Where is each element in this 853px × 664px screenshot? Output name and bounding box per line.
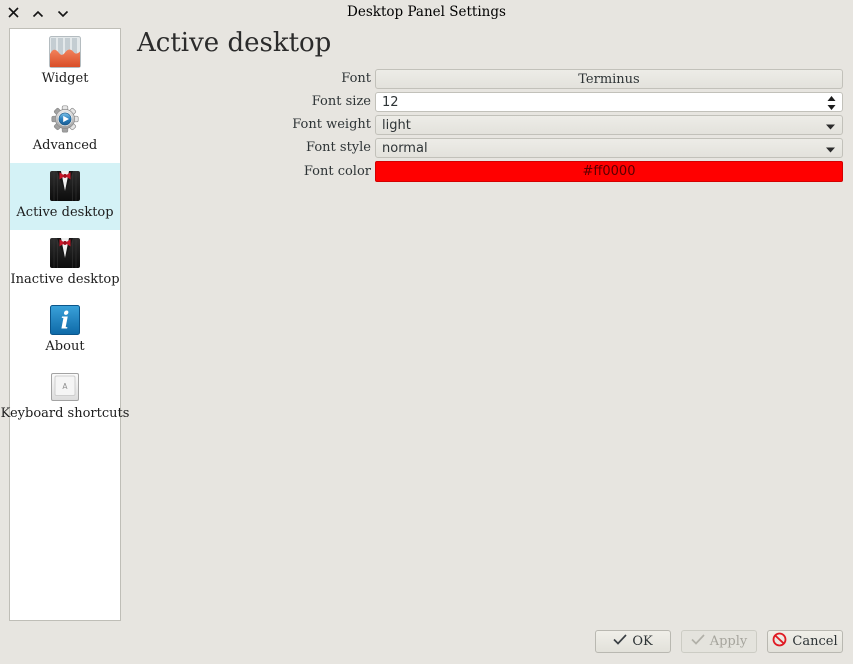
apply-button-label: Apply xyxy=(710,634,748,649)
spinner-up-down-icon[interactable] xyxy=(827,96,836,110)
font-color-button[interactable]: #ff0000 xyxy=(375,161,843,182)
page-title: Active desktop xyxy=(137,28,331,58)
apply-button[interactable]: Apply xyxy=(681,630,757,653)
svg-text:A: A xyxy=(62,382,68,391)
font-weight-label: Font weight xyxy=(135,115,375,135)
window-title: Desktop Panel Settings xyxy=(0,4,853,20)
sidebar-item-label: Advanced xyxy=(33,138,97,153)
font-row: Font Terminus xyxy=(135,69,843,89)
sidebar-item-label: Widget xyxy=(42,71,89,86)
font-weight-value: light xyxy=(382,118,411,133)
gear-icon xyxy=(49,103,81,135)
font-size-spinbox[interactable]: 12 xyxy=(375,92,843,112)
sidebar-item-label: Keyboard shortcuts xyxy=(1,406,130,421)
font-style-row: Font style normal xyxy=(135,138,843,158)
sidebar-item-about[interactable]: i About xyxy=(10,297,120,364)
cancel-button-label: Cancel xyxy=(792,634,837,649)
font-label: Font xyxy=(135,69,375,89)
titlebar: Desktop Panel Settings xyxy=(0,0,853,24)
sidebar-item-label: Inactive desktop xyxy=(10,272,119,287)
check-icon xyxy=(613,634,627,649)
ok-button-label: OK xyxy=(632,634,652,649)
font-weight-dropdown[interactable]: light xyxy=(375,115,843,135)
sidebar: Widget xyxy=(9,28,121,621)
widget-chart-icon xyxy=(49,36,81,68)
font-style-dropdown[interactable]: normal xyxy=(375,138,843,158)
sidebar-item-advanced[interactable]: Advanced xyxy=(10,96,120,163)
font-picker-button[interactable]: Terminus xyxy=(375,69,843,89)
check-icon xyxy=(691,634,705,649)
font-picker-value: Terminus xyxy=(578,72,639,87)
keyboard-key-icon: A xyxy=(49,371,81,403)
sidebar-item-inactive-desktop[interactable]: Inactive desktop xyxy=(10,230,120,297)
active-desktop-form: Font Terminus Font size 12 Font weight l… xyxy=(135,69,843,185)
font-size-label: Font size xyxy=(135,92,375,112)
font-weight-row: Font weight light xyxy=(135,115,843,135)
dropdown-arrow-icon xyxy=(826,124,835,130)
sidebar-item-active-desktop[interactable]: Active desktop xyxy=(10,163,120,230)
sidebar-item-label: About xyxy=(45,339,84,354)
tuxedo-icon xyxy=(49,170,81,202)
cancel-prohibit-icon xyxy=(772,632,787,651)
font-color-row: Font color #ff0000 xyxy=(135,161,843,182)
font-style-label: Font style xyxy=(135,138,375,158)
font-color-value: #ff0000 xyxy=(583,164,636,179)
tuxedo-icon xyxy=(49,237,81,269)
info-icon: i xyxy=(49,304,81,336)
dialog-actions: OK Apply Cancel xyxy=(595,630,843,653)
cancel-button[interactable]: Cancel xyxy=(767,630,843,653)
svg-text:i: i xyxy=(61,308,70,335)
font-size-value: 12 xyxy=(382,95,399,110)
sidebar-item-widget[interactable]: Widget xyxy=(10,29,120,96)
font-size-row: Font size 12 xyxy=(135,92,843,112)
font-color-label: Font color xyxy=(135,162,375,182)
dropdown-arrow-icon xyxy=(826,147,835,153)
ok-button[interactable]: OK xyxy=(595,630,671,653)
sidebar-item-keyboard-shortcuts[interactable]: A Keyboard shortcuts xyxy=(10,364,120,431)
font-style-value: normal xyxy=(382,141,428,156)
sidebar-item-label: Active desktop xyxy=(16,205,113,220)
